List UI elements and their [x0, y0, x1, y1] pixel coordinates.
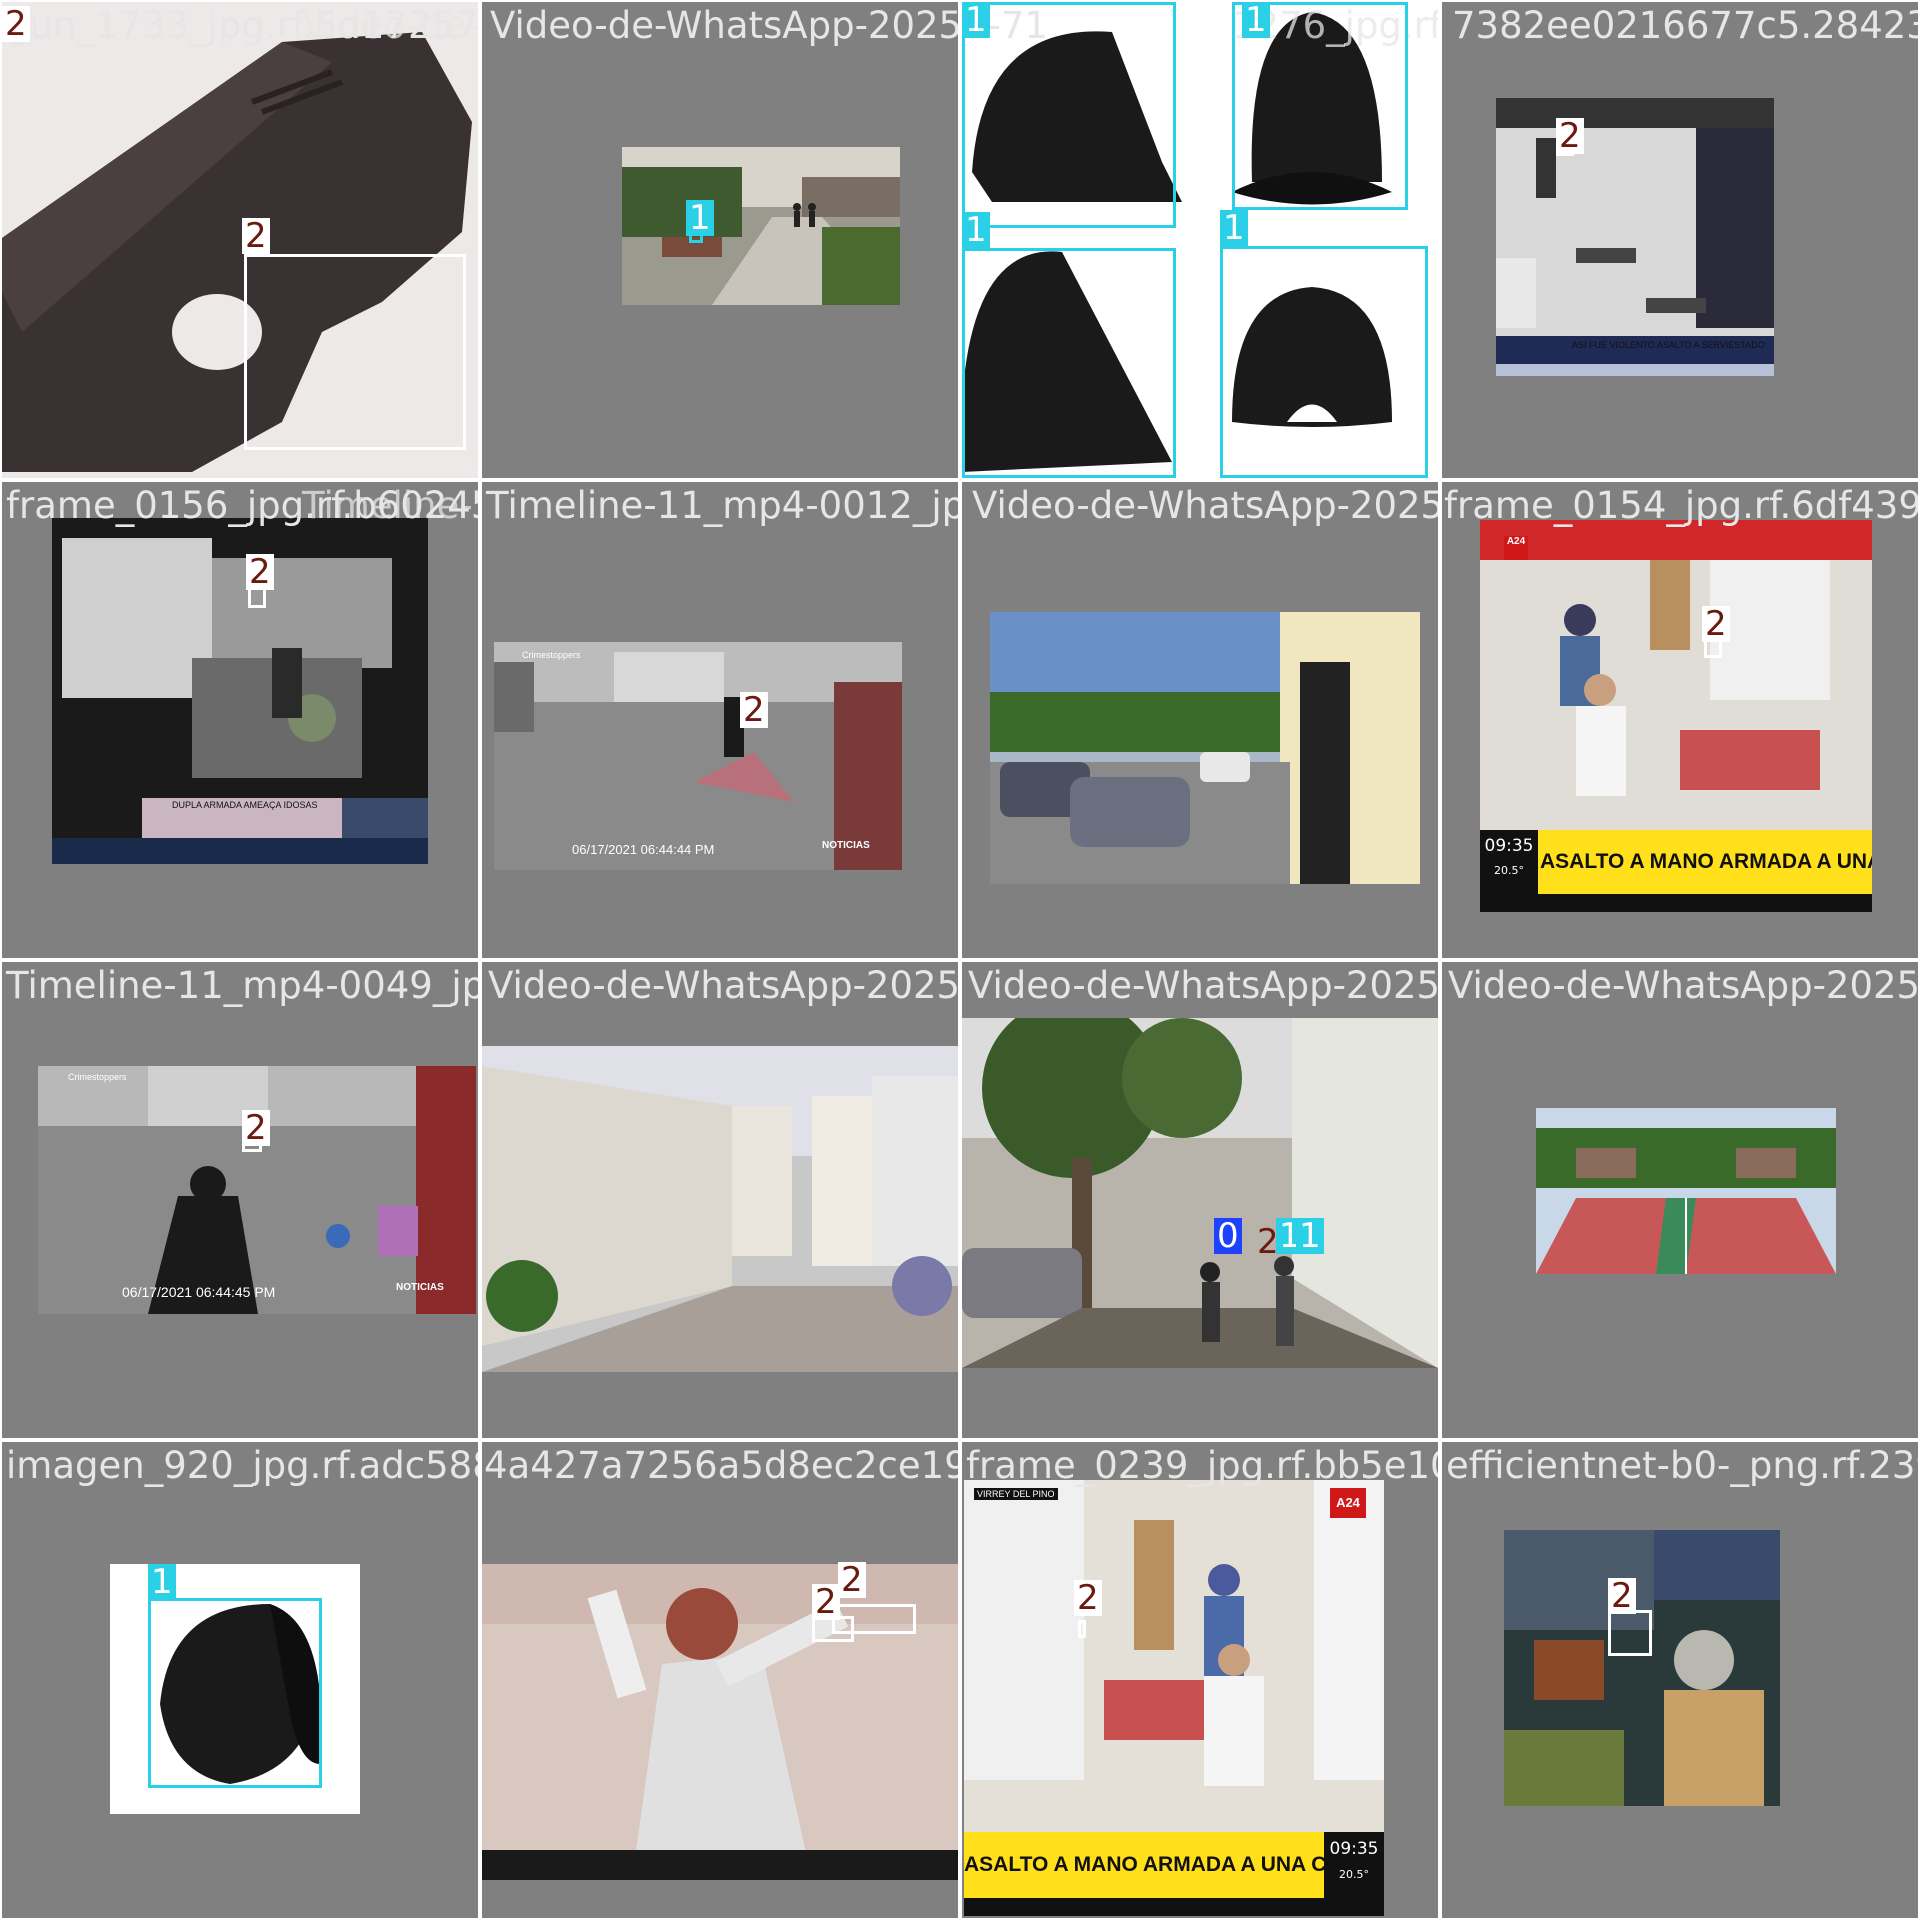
tile-filename: Timeline-11_mp4-0049_jpg.rf.1f603 — [6, 964, 478, 1007]
news-headline-bar: ASALTO A MANO ARMADA A UNA CARNICERÍA — [964, 1832, 1384, 1898]
residential-image — [482, 1046, 958, 1372]
detection-label: 2 — [1608, 1578, 1636, 1614]
detection-box[interactable] — [1608, 1610, 1652, 1656]
news-ticker — [964, 1898, 1384, 1916]
crimestoppers-brand: Crimestoppers — [68, 1072, 127, 1082]
tile-filename: 4a427a7256a5d8ec2ce19c877de4233a — [484, 1444, 958, 1487]
tile-filename: imagen_920_jpg.rf.adc58894 — [6, 1444, 478, 1487]
detection-label: 2 — [812, 1584, 840, 1620]
store-image — [52, 518, 428, 864]
tile-jewelry-store[interactable]: DUPLA ARMADA AMEAÇA IDOSAS frame_0156_jp… — [0, 480, 480, 960]
detection-box[interactable] — [962, 2, 1176, 228]
store-illustration — [52, 518, 428, 864]
detection-label: 1 — [1242, 2, 1270, 38]
sidewalk-illustration — [962, 1018, 1438, 1368]
news-clock: 09:35 20.5° — [1324, 1832, 1384, 1898]
tile-blurry-gunman[interactable]: 4a427a7256a5d8ec2ce19c877de4233a 2 2 — [480, 1440, 960, 1920]
tile-filename: Video-de-WhatsApp-2025-0 — [1448, 964, 1920, 1007]
court-illustration — [1536, 1108, 1836, 1274]
bank-image — [1496, 98, 1774, 376]
tile-sidewalk-robbery[interactable]: Video-de-WhatsApp-2025-0 0 2 1 1 — [960, 960, 1440, 1440]
tile-filename: 7382ee0216677c5.28423ddc — [1452, 4, 1918, 47]
butcher2-image: A24 VIRREY DEL PINO ASALTO A MANO ARMADA… — [964, 1480, 1384, 1916]
news-caption: DUPLA ARMADA AMEAÇA IDOSAS — [172, 800, 318, 810]
tile-store-cam[interactable]: efficientnet-b0-_png.rf.239 2 — [1440, 1440, 1920, 1920]
court-image — [1536, 1108, 1836, 1274]
noticias-logo: NOTICIAS — [822, 840, 870, 851]
temperature: 20.5° — [1339, 1868, 1369, 1881]
tile-caps[interactable]: 1-71 1276_jpg.rf.7382ee0216677c5.28423dd… — [960, 0, 1440, 480]
tile-butcher-shop[interactable]: A24 ASALTO A MANO ARMADA A UNA CARNICERÍ… — [1440, 480, 1920, 960]
news-ticker — [1480, 894, 1872, 912]
store-sign: VIRREY DEL PINO — [974, 1488, 1058, 1500]
detection-label: 2 — [1074, 1580, 1102, 1616]
detection-label: 0 — [1214, 1218, 1242, 1254]
bank-illustration — [1496, 98, 1774, 376]
detection-label: 1 — [148, 1564, 176, 1600]
detection-label: 2 — [242, 218, 270, 254]
news-clock: 09:35 20.5° — [1480, 830, 1538, 894]
crimestoppers-brand: Crimestoppers — [522, 650, 581, 660]
news-caption: ASI FUE VIOLENTO ASALTO A SERVIESTADO — [1572, 340, 1765, 350]
detection-label: 2 — [1702, 606, 1730, 642]
street-illustration — [622, 147, 900, 305]
detection-box[interactable] — [148, 1598, 322, 1788]
clock-time: 09:35 — [1329, 1839, 1379, 1859]
tile-filename: Video-de-WhatsApp-2025-0 — [972, 484, 1440, 527]
channel-logo: A24 — [1330, 1488, 1366, 1518]
tile-street-assault-1[interactable]: Crimestoppers 06/17/2021 06:44:44 PM NOT… — [480, 480, 960, 960]
tile-gun[interactable]: gun_1733_jpg.rf.5d17257245 Video-de-What… — [0, 0, 480, 480]
butcher-image: A24 ASALTO A MANO ARMADA A UNA CARNICERÍ… — [1480, 520, 1872, 912]
detection-box[interactable] — [962, 248, 1176, 478]
detection-label: 2 — [1556, 118, 1584, 154]
clock-time: 09:35 — [1484, 836, 1534, 856]
video-timestamp: 06/17/2021 06:44:45 PM — [122, 1284, 276, 1300]
channel-logo: A24 — [1504, 536, 1528, 560]
news-headline-bar: ASALTO A MANO ARMADA A UNA CARNICERÍA — [1480, 830, 1872, 894]
news-headline: ASALTO A MANO ARMADA A UNA CARNICERÍA — [1540, 850, 1872, 873]
video-timestamp: 06/17/2021 06:44:44 PM — [572, 842, 715, 857]
tile-black-cap[interactable]: imagen_920_jpg.rf.adc58894 1 — [0, 1440, 480, 1920]
tile-filename: Video-de-WhatsApp-2025-0 — [968, 964, 1440, 1007]
detection-label: 1 — [962, 212, 990, 248]
detection-label: 1 — [1296, 1218, 1324, 1254]
sidewalk-image — [962, 1018, 1438, 1368]
tile-butcher-shop-2[interactable]: A24 VIRREY DEL PINO ASALTO A MANO ARMADA… — [960, 1440, 1440, 1920]
tile-street-assault-2[interactable]: Crimestoppers 06/17/2021 06:44:45 PM NOT… — [0, 960, 480, 1440]
storecam-illustration — [1504, 1530, 1780, 1806]
detection-label: 1 — [962, 2, 990, 38]
cars-image — [990, 612, 1420, 884]
mosaic-grid: gun_1733_jpg.rf.5d17257245 Video-de-What… — [0, 0, 1920, 1920]
news-headline: ASALTO A MANO ARMADA A UNA CARNICERÍA — [964, 1853, 1384, 1876]
tile-filename: Video-de-WhatsApp-2025-0 — [488, 964, 960, 1007]
detection-label: 2 — [246, 554, 274, 590]
tile-filename: Timeline-11_mp4-0012_jpg.rf.0 — [486, 484, 958, 527]
street-image — [622, 147, 900, 305]
tile-residential-street[interactable]: Video-de-WhatsApp-2025-0 — [480, 960, 960, 1440]
tile-basketball-court[interactable]: Video-de-WhatsApp-2025-0 — [1440, 960, 1920, 1440]
detection-label: 1 — [686, 200, 714, 236]
temperature: 20.5° — [1494, 864, 1524, 877]
detection-label: 2 — [740, 692, 768, 728]
detection-box[interactable] — [244, 254, 466, 450]
tile-filename: Video-de-WhatsApp-2025-0 — [490, 4, 960, 47]
storecam-image — [1504, 1530, 1780, 1806]
detection-label: 2 — [242, 1110, 270, 1146]
assault-image — [494, 642, 902, 870]
detection-box[interactable] — [1078, 1620, 1086, 1638]
noticias-logo: NOTICIAS — [396, 1282, 444, 1293]
detection-label: 1 — [1220, 210, 1248, 246]
assault-illustration — [494, 642, 902, 870]
detection-label: 2 — [838, 1562, 866, 1598]
assault2-image — [38, 1066, 476, 1314]
assault2-illustration — [38, 1066, 476, 1314]
tile-filename: efficientnet-b0-_png.rf.239 — [1446, 1444, 1920, 1487]
tile-parked-cars[interactable]: Video-de-WhatsApp-2025-0 — [960, 480, 1440, 960]
tile-street-bench[interactable]: Video-de-WhatsApp-2025-0 1 — [480, 0, 960, 480]
detection-box[interactable] — [1220, 246, 1428, 478]
cars-illustration — [990, 612, 1420, 884]
detection-label: 2 — [2, 6, 30, 42]
residential-illustration — [482, 1046, 958, 1372]
tile-bank-robbery[interactable]: ASI FUE VIOLENTO ASALTO A SERVIESTADO 73… — [1440, 0, 1920, 480]
